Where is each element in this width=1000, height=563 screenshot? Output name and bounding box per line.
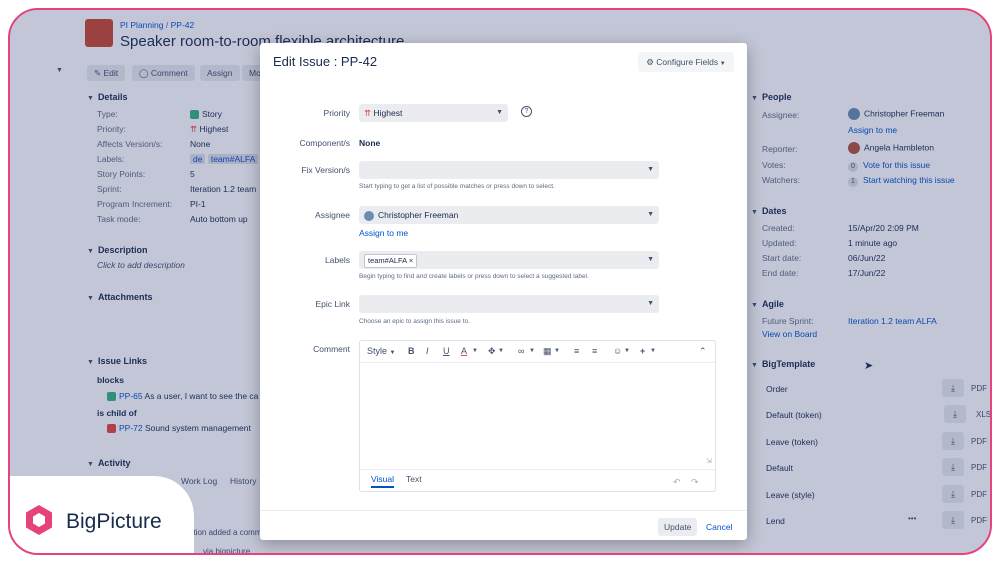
comment-editor[interactable]: Style ▼ B I U A ▼ ✥ ▼ ∞ ▼ ▦ ▼ ≡ ≡ ☺ ▼ + …	[359, 340, 716, 492]
chevron-down-icon: ▼	[496, 109, 503, 116]
emoji-icon[interactable]: ☺	[613, 346, 622, 356]
assign-to-me-link[interactable]: Assign to me	[359, 228, 408, 238]
chevron-down-icon[interactable]: ▼	[624, 348, 630, 354]
resize-handle-icon[interactable]: ⇲	[706, 457, 712, 465]
label-chip[interactable]: team#ALFA ×	[364, 254, 418, 268]
collapse-toolbar-icon[interactable]: ⌃	[699, 346, 707, 357]
tab-visual[interactable]: Visual	[371, 474, 394, 488]
editor-toolbar: Style ▼ B I U A ▼ ✥ ▼ ∞ ▼ ▦ ▼ ≡ ≡ ☺ ▼ + …	[360, 341, 715, 363]
configure-fields-button[interactable]: ⚙ Configure Fields ▼	[638, 52, 734, 72]
fix-version-hint: Start typing to get a list of possible m…	[359, 183, 555, 190]
image-icon[interactable]: ▦	[543, 346, 552, 357]
component-value[interactable]: None	[359, 138, 380, 148]
assignee-value: Christopher Freeman	[378, 210, 459, 220]
style-dropdown[interactable]: Style ▼	[367, 346, 395, 356]
caret-down-icon: ▼	[718, 61, 726, 67]
chevron-down-icon[interactable]: ▼	[554, 348, 560, 354]
avatar	[364, 210, 374, 221]
help-icon[interactable]: ?	[521, 106, 532, 117]
fix-version-label: Fix Version/s	[301, 165, 350, 175]
chevron-down-icon[interactable]: ▼	[498, 348, 504, 354]
assignee-label: Assignee	[315, 210, 350, 220]
highest-priority-icon: ⇈	[364, 108, 372, 118]
component-label: Component/s	[299, 138, 350, 148]
chevron-down-icon[interactable]: ▼	[529, 348, 535, 354]
text-color-icon[interactable]: A	[461, 346, 467, 356]
dialog-footer: Update Cancel	[260, 510, 747, 540]
insert-more-icon[interactable]: +	[640, 346, 645, 356]
labels-input[interactable]: team#ALFA × ▼	[359, 251, 659, 269]
tab-text[interactable]: Text	[406, 474, 422, 484]
style-label: Style	[367, 346, 388, 356]
chevron-down-icon[interactable]: ▼	[650, 348, 656, 354]
chevron-down-icon[interactable]: ▼	[472, 348, 478, 354]
remove-icon[interactable]: ×	[409, 256, 413, 265]
labels-label: Labels	[324, 255, 350, 265]
chevron-down-icon: ▼	[647, 211, 654, 218]
chevron-down-icon: ▼	[647, 256, 654, 263]
numbered-list-icon[interactable]: ≡	[592, 346, 597, 356]
comment-label: Comment	[313, 344, 350, 354]
frame: PI Planning / PP-42 Speaker room-to-room…	[0, 0, 1000, 563]
bigpicture-logo-icon	[26, 505, 52, 535]
bold-icon[interactable]: B	[408, 346, 415, 356]
editor-mode-tabs: Visual Text ↶ ↷	[360, 469, 715, 491]
text-effects-icon[interactable]: ✥	[488, 346, 496, 357]
assignee-select[interactable]: Christopher Freeman ▼	[359, 206, 659, 224]
configure-fields-label: Configure Fields	[656, 57, 719, 67]
chevron-down-icon: ▼	[647, 166, 654, 173]
priority-select[interactable]: ⇈ Highest ▼	[359, 104, 508, 122]
chevron-down-icon: ▼	[647, 300, 654, 307]
bullet-list-icon[interactable]: ≡	[574, 346, 579, 356]
screen: PI Planning / PP-42 Speaker room-to-room…	[8, 8, 992, 555]
cancel-button[interactable]: Cancel	[706, 518, 732, 536]
label-chip-text: team#ALFA	[368, 256, 407, 265]
epic-link-select[interactable]: ▼	[359, 295, 659, 313]
logo-text: BigPicture	[66, 510, 162, 533]
priority-value: Highest	[373, 108, 403, 118]
italic-icon[interactable]: I	[426, 346, 429, 356]
undo-icon[interactable]: ↶	[673, 477, 681, 488]
underline-icon[interactable]: U	[443, 346, 450, 356]
chevron-down-icon: ▼	[389, 350, 396, 356]
dialog-title: Edit Issue : PP-42	[273, 54, 378, 69]
labels-hint: Begin typing to find and create labels o…	[359, 273, 589, 280]
link-icon[interactable]: ∞	[518, 346, 524, 356]
epic-link-hint: Choose an epic to assign this issue to.	[359, 318, 470, 325]
fix-version-select[interactable]: ▼	[359, 161, 659, 179]
update-button[interactable]: Update	[658, 518, 698, 536]
edit-issue-dialog: Edit Issue : PP-42 ⚙ Configure Fields ▼ …	[260, 43, 747, 540]
redo-icon[interactable]: ↷	[691, 477, 699, 488]
epic-link-label: Epic Link	[315, 299, 351, 309]
gear-icon: ⚙	[646, 57, 657, 67]
priority-label: Priority	[323, 108, 350, 118]
